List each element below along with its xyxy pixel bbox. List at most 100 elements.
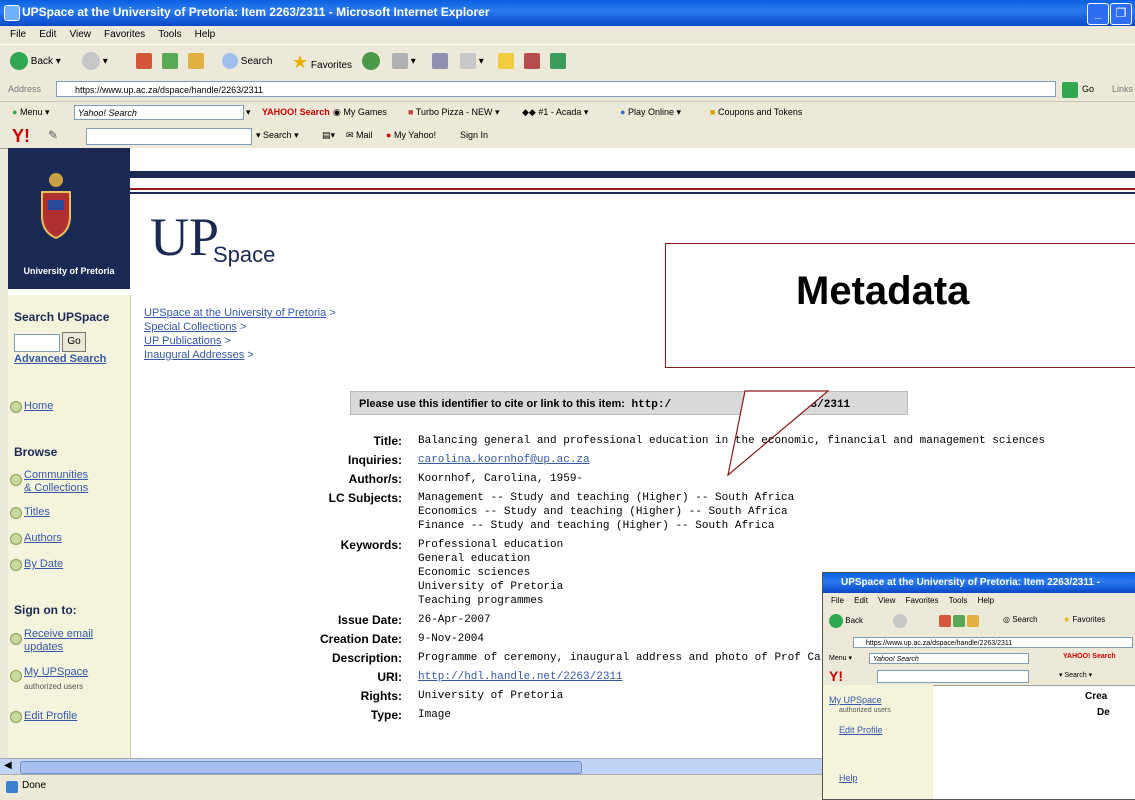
breadcrumb-2: Special Collections >	[144, 321, 247, 333]
breadcrumb-link-upspace[interactable]: UPSpace at the University of Pretoria	[144, 307, 326, 319]
inset-yahoo-search-input[interactable]: Yahoo! Search	[869, 653, 1029, 664]
breadcrumb-link-special-collections[interactable]: Special Collections	[144, 321, 237, 333]
print-button[interactable]	[432, 52, 448, 72]
links-button[interactable]: Links	[1112, 84, 1133, 94]
inset-address-input[interactable]: https://www.up.ac.za/dspace/handle/2263/…	[853, 637, 1133, 648]
metadata-label: Description:	[331, 651, 402, 665]
home-bullet-icon	[10, 401, 22, 413]
breadcrumb-link-up-publications[interactable]: UP Publications	[144, 335, 221, 347]
history-button[interactable]	[362, 52, 380, 72]
yahoo-search-input[interactable]: Yahoo! Search	[74, 105, 244, 120]
inset-search-input-2[interactable]	[877, 670, 1029, 683]
go-arrow-icon[interactable]	[1062, 82, 1078, 98]
back-button[interactable]: Back ▾	[10, 52, 61, 72]
my-games-button[interactable]: ◉ My Games	[333, 107, 387, 118]
address-input[interactable]: https://www.up.ac.za/dspace/handle/2263/…	[56, 81, 1056, 97]
inset-yahoo-toolbar-2: Y! ▾ Search ▾	[823, 667, 1135, 686]
inset-menu-file[interactable]: File	[831, 596, 844, 605]
metadata-label: URI:	[377, 670, 402, 684]
research-icon	[524, 53, 540, 70]
sidebar-search-input[interactable]	[14, 334, 60, 352]
acada-button[interactable]: ◆◆ #1 - Acada ▾	[522, 107, 588, 118]
menu-file[interactable]: File	[10, 29, 26, 40]
metadata-value: University of Pretoria	[418, 690, 564, 702]
menu-bar: File Edit View Favorites Tools Help	[0, 26, 1135, 44]
inset-menu-button[interactable]: Menu ▾	[829, 654, 852, 662]
address-bar: Address https://www.up.ac.za/dspace/hand…	[0, 79, 1135, 102]
menu-help[interactable]: Help	[195, 29, 216, 40]
inset-yahoo-toolbar: Menu ▾ Yahoo! Search YAHOO! Search	[823, 651, 1135, 668]
cite-url-start[interactable]: http:/	[632, 399, 672, 411]
research-button[interactable]	[524, 52, 540, 72]
turbo-pizza-button[interactable]: ■ Turbo Pizza - NEW ▾	[408, 107, 500, 118]
inset-menu-tools[interactable]: Tools	[949, 596, 968, 605]
metadata-value: University of Pretoria	[418, 581, 564, 593]
by-date-bullet-icon	[10, 559, 22, 571]
metadata-value[interactable]: carolina.koornhof@up.ac.za	[418, 454, 590, 466]
play-online-button[interactable]: ● Play Online ▾	[620, 107, 681, 118]
metadata-label: LC Subjects:	[328, 491, 402, 505]
menu-view[interactable]: View	[69, 29, 91, 40]
inset-favorites-button[interactable]: ★ Favorites	[1063, 615, 1105, 624]
inset-search-button[interactable]: ◎ Search	[1003, 615, 1038, 624]
edit-button[interactable]: ▾	[460, 52, 484, 72]
inset-menu-help[interactable]: Help	[978, 596, 994, 605]
address-url: https://www.up.ac.za/dspace/handle/2263/…	[75, 85, 263, 95]
metadata-value: Economics -- Study and teaching (Higher)…	[418, 506, 788, 518]
upspace-logo[interactable]: UP	[150, 210, 219, 264]
minimize-button[interactable]: _	[1087, 3, 1109, 25]
breadcrumb-link-inaugural-addresses[interactable]: Inaugural Addresses	[144, 349, 244, 361]
stop-button[interactable]	[136, 52, 152, 72]
yahoo-search-input-2[interactable]	[86, 128, 252, 145]
forward-button[interactable]: ▾	[82, 52, 108, 72]
inset-star-icon: ★	[1063, 615, 1071, 624]
inset-menu-edit[interactable]: Edit	[854, 596, 868, 605]
folder-button[interactable]	[498, 52, 514, 72]
search-button[interactable]: Search	[222, 52, 272, 72]
sign-in-link[interactable]: Sign In	[460, 130, 488, 140]
menu-edit[interactable]: Edit	[39, 29, 56, 40]
university-crest-panel[interactable]: University of Pretoria	[8, 148, 130, 289]
yahoo-menu-button[interactable]: ● Menu ▾	[12, 107, 50, 118]
inset-edit-profile-link[interactable]: Edit Profile	[839, 725, 883, 735]
inset-forward-button[interactable]	[893, 614, 907, 628]
inset-help-link[interactable]: Help	[839, 773, 858, 783]
sidebar-go-button[interactable]: Go	[62, 332, 86, 352]
pencil-icon[interactable]: ✎	[48, 128, 58, 142]
yahoo-search-button-2[interactable]: ▾ Search ▾	[256, 130, 299, 141]
mail-icon	[392, 53, 408, 70]
inset-menu-favorites[interactable]: Favorites	[906, 596, 939, 605]
go-button[interactable]: Go	[1082, 84, 1094, 94]
metadata-callout: Metadata	[665, 243, 1135, 368]
mail-button[interactable]: ▾	[392, 52, 416, 72]
inset-yahoo-search-button[interactable]: YAHOO! Search	[1063, 653, 1116, 660]
inset-search-button-2[interactable]: ▾ Search ▾	[1059, 671, 1092, 679]
home-button[interactable]	[188, 52, 204, 72]
menu-favorites[interactable]: Favorites	[104, 29, 145, 40]
my-yahoo-link[interactable]: ● My Yahoo!	[386, 130, 436, 140]
sidebar-item-titles[interactable]: Titles	[24, 506, 50, 518]
messenger-button[interactable]	[550, 52, 566, 72]
sidebar-item-by-date[interactable]: By Date	[24, 558, 63, 570]
advanced-search-link[interactable]: Advanced Search	[14, 353, 106, 365]
upspace-logo-space[interactable]: Space	[213, 242, 275, 268]
yahoo-search-button[interactable]: YAHOO! Search	[262, 107, 330, 117]
scroll-left-icon[interactable]: ◀	[4, 760, 12, 771]
yahoo-search-dropdown[interactable]: ▾	[246, 107, 251, 118]
metadata-value[interactable]: http://hdl.handle.net/2263/2311	[418, 671, 623, 683]
metadata-value: Management -- Study and teaching (Higher…	[418, 492, 795, 504]
metadata-value: Koornhof, Carolina, 1959-	[418, 473, 584, 485]
menu-tools[interactable]: Tools	[158, 29, 181, 40]
highlight-button[interactable]: ▤▾	[322, 130, 335, 141]
scroll-thumb[interactable]	[20, 761, 582, 774]
favorites-button[interactable]: ★ Favorites	[292, 52, 352, 72]
inset-my-upspace-link[interactable]: My UPSpace	[829, 695, 882, 705]
coupons-button[interactable]: ■ Coupons and Tokens	[710, 107, 802, 117]
inset-menu-view[interactable]: View	[878, 596, 895, 605]
maximize-button[interactable]: ❐	[1110, 3, 1132, 25]
mail-link[interactable]: ✉ Mail	[346, 130, 373, 141]
inset-back-button[interactable]: Back	[829, 614, 863, 628]
refresh-button[interactable]	[162, 52, 178, 72]
breadcrumb-4: Inaugural Addresses >	[144, 349, 254, 361]
sidebar-item-home[interactable]: Home	[24, 400, 53, 412]
